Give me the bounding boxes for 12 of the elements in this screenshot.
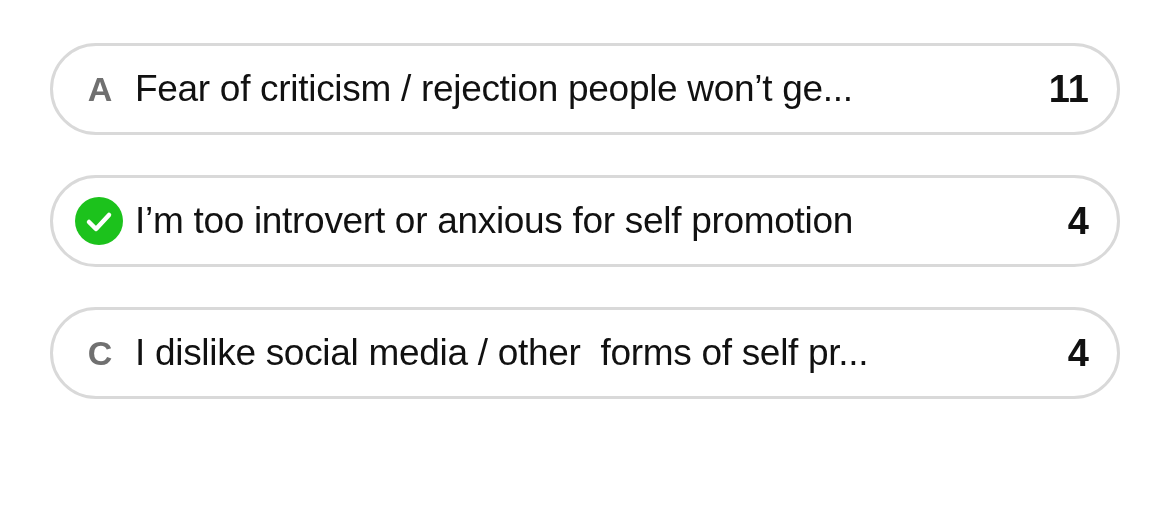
option-letter: A (86, 68, 114, 110)
answer-option[interactable]: I’m too introvert or anxious for self promotion 4 (50, 175, 1120, 267)
option-text: Fear of criticism / rejection people won’t ge... (135, 67, 854, 112)
vote-count: 4 (1067, 330, 1089, 376)
answer-option[interactable]: C I dislike social media / other forms of self pr... 4 (50, 307, 1120, 399)
vote-count: 11 (1048, 66, 1089, 112)
option-text: I dislike social media / other forms of self pr... (135, 331, 870, 376)
vote-count: 4 (1067, 198, 1089, 244)
answer-option[interactable]: A Fear of criticism / rejection people won’t ge... 11 (50, 43, 1120, 135)
checkmark-icon (75, 197, 123, 245)
option-text: I’m too introvert or anxious for self promotion (135, 199, 854, 244)
option-letter: C (86, 332, 114, 374)
